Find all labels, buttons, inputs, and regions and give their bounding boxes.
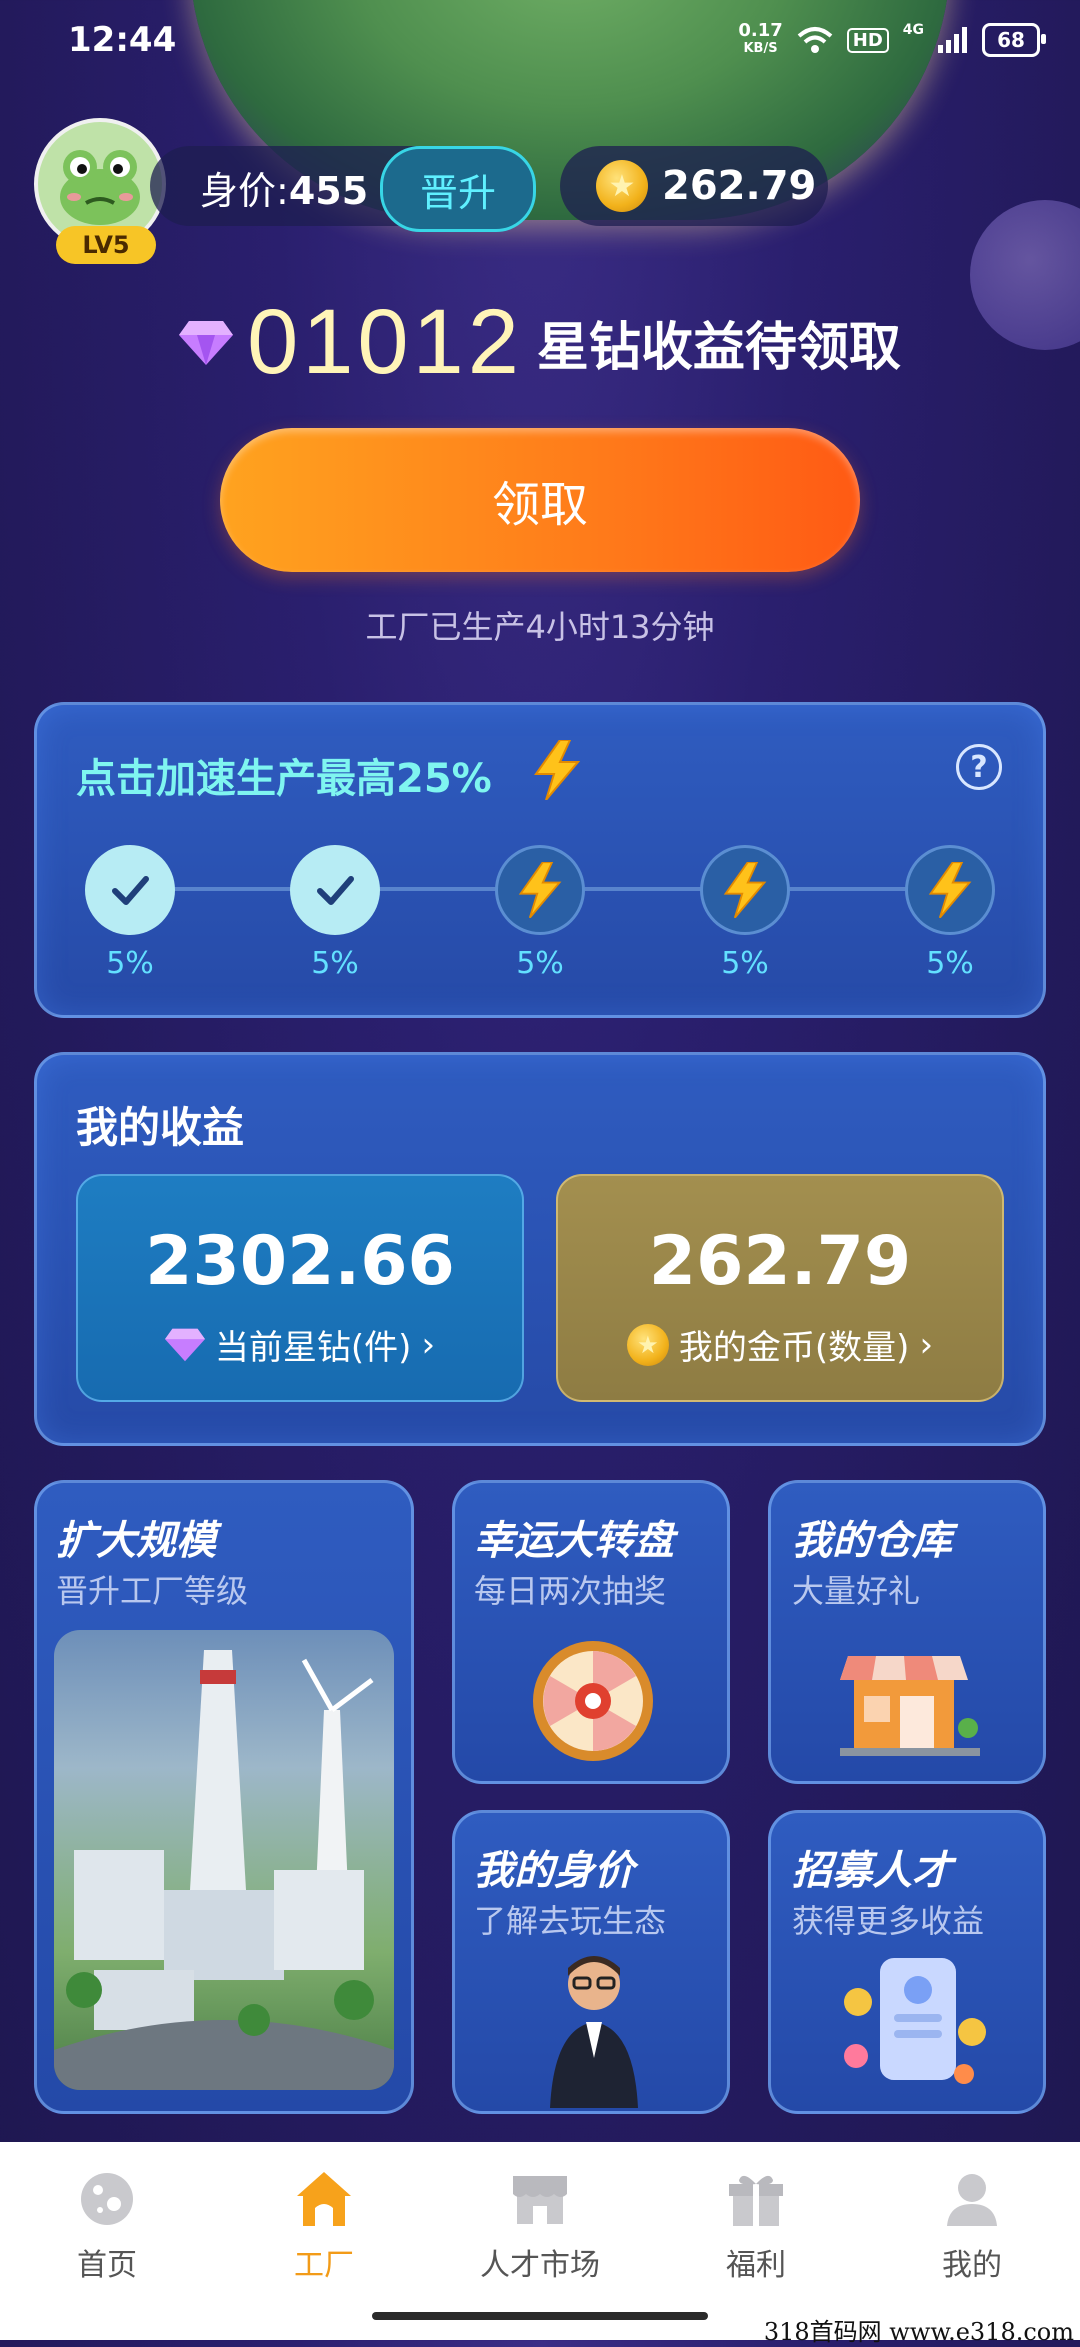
businessman-icon — [550, 1956, 638, 2108]
net-speed: 0.17 KB/S — [738, 22, 782, 58]
recruit-title: 招募人才 — [792, 1848, 952, 1894]
watermark: 318首码网 www.e318.com — [763, 2318, 1074, 2346]
income-title: 我的收益 — [76, 1103, 245, 1152]
coin-balance-value: 262.79 — [662, 163, 817, 209]
speedup-title: 点击加速生产最高25% — [76, 756, 492, 802]
nav-welfare[interactable]: 福利 — [676, 2168, 836, 2284]
worth-label: 身价: — [200, 169, 289, 213]
diamonds-value: 2302.66 — [145, 1222, 455, 1301]
level-badge: LV5 — [56, 226, 156, 264]
diamond-icon — [179, 320, 234, 365]
net-speed-value: 0.17 — [738, 20, 783, 41]
status-time: 12:44 — [68, 20, 177, 60]
speedup-step-4[interactable] — [700, 845, 790, 935]
produced-time: 工厂已生产4小时13分钟 — [365, 608, 715, 646]
worth-value: 455 — [288, 169, 369, 213]
speedup-step-1[interactable] — [85, 845, 175, 935]
chevron-right-icon: › — [919, 1324, 934, 1365]
wheel-title: 幸运大转盘 — [474, 1518, 674, 1564]
speedup-step-percent: 5% — [106, 946, 154, 981]
recruit-subtitle: 获得更多收益 — [792, 1902, 985, 1940]
nav-label-me: 我的 — [942, 2248, 1002, 2283]
diamonds-box[interactable]: 2302.66 当前星钻(件) › — [76, 1174, 524, 1402]
check-icon — [317, 876, 354, 905]
lightning-icon — [518, 862, 562, 918]
lightning-icon — [723, 862, 767, 918]
speedup-step-percent: 5% — [311, 946, 359, 981]
coins-link: ★ 我的金币(数量) › — [558, 1320, 1002, 1369]
coins-box[interactable]: 262.79 ★ 我的金币(数量) › — [556, 1174, 1004, 1402]
pending-earnings: 01012 星钻收益待领取 — [0, 290, 1080, 395]
gift-icon — [729, 2175, 783, 2226]
nav-talent-market[interactable]: 人才市场 — [460, 2168, 620, 2284]
worth-display: 身价:455 — [200, 160, 368, 215]
worth-tile-subtitle: 了解去玩生态 — [474, 1902, 667, 1940]
nav-label-market: 人才市场 — [480, 2248, 600, 2283]
speedup-step-percent: 5% — [516, 946, 564, 981]
diamonds-link: 当前星钻(件) › — [78, 1320, 522, 1369]
hd-badge: HD — [846, 27, 889, 53]
lightning-icon — [534, 740, 581, 800]
nav-label-home: 首页 — [77, 2248, 137, 2283]
battery-level: 68 — [997, 28, 1025, 52]
claim-button[interactable]: 领取 — [220, 428, 860, 572]
store-title: 我的仓库 — [792, 1518, 952, 1564]
wheel-subtitle: 每日两次抽奖 — [474, 1572, 667, 1610]
coins-value: 262.79 — [648, 1222, 912, 1301]
coins-label: 我的金币(数量) — [678, 1328, 910, 1368]
store-subtitle: 大量好礼 — [792, 1572, 921, 1610]
wifi-icon — [797, 27, 833, 53]
nav-factory[interactable]: 工厂 — [244, 2168, 404, 2284]
frog-avatar-icon — [60, 150, 140, 225]
home-indicator[interactable] — [372, 2312, 708, 2320]
speedup-step-5[interactable] — [905, 845, 995, 935]
diamonds-label: 当前星钻(件) — [214, 1328, 412, 1368]
nav-label-factory: 工厂 — [294, 2248, 354, 2283]
worth-tile-title: 我的身价 — [474, 1848, 634, 1894]
promote-button[interactable]: 晋升 — [380, 146, 536, 232]
speedup-step-percent: 5% — [926, 946, 974, 981]
pending-amount: 01012 — [247, 291, 523, 393]
expand-title: 扩大规模 — [56, 1518, 216, 1564]
chevron-right-icon: › — [421, 1324, 436, 1365]
shop-icon — [840, 1656, 980, 1756]
nav-me[interactable]: 我的 — [892, 2168, 1052, 2284]
check-icon — [112, 876, 149, 905]
net-speed-unit: KB/S — [743, 41, 778, 56]
user-icon — [947, 2174, 997, 2226]
speedup-step-2[interactable] — [290, 845, 380, 935]
coin-icon: ★ — [626, 1323, 669, 1366]
signal-label: 4G — [902, 22, 924, 38]
speedup-step-percent: 5% — [721, 946, 769, 981]
coin-icon: ★ — [596, 160, 648, 212]
lightning-icon — [928, 862, 972, 918]
expand-subtitle: 晋升工厂等级 — [56, 1572, 249, 1610]
diamond-icon — [164, 1328, 205, 1361]
battery-icon: 68 — [982, 23, 1046, 57]
signal-icon — [938, 27, 967, 53]
status-icons: 0.17 KB/S HD 4G 68 — [738, 22, 1046, 58]
speedup-step-3[interactable] — [495, 845, 585, 935]
help-icon[interactable]: ? — [956, 744, 1002, 790]
factory-illustration-icon — [54, 1650, 394, 2090]
factory-house-icon — [297, 2172, 351, 2226]
market-icon — [513, 2176, 567, 2224]
profile-card-icon — [844, 1958, 986, 2084]
prize-wheel-icon — [533, 1641, 653, 1761]
pending-label: 星钻收益待领取 — [536, 318, 901, 378]
nav-label-welfare: 福利 — [726, 2248, 786, 2283]
nav-home[interactable]: 首页 — [27, 2168, 187, 2284]
factory-city-image — [54, 1630, 394, 2090]
coin-balance[interactable]: ★ 262.79 — [560, 146, 828, 226]
home-planet-icon — [81, 2173, 133, 2225]
